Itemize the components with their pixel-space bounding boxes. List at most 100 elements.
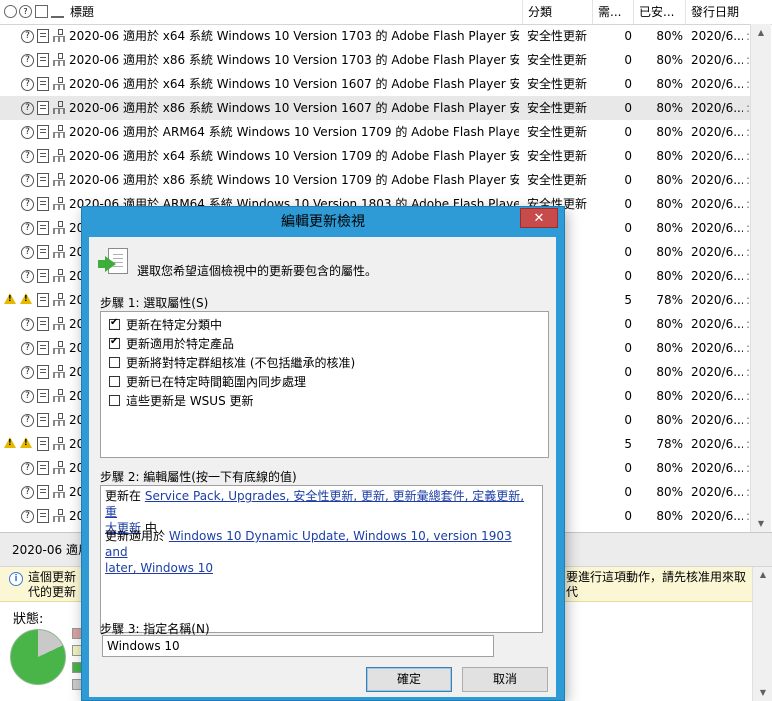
warning-icon xyxy=(20,293,32,304)
row-release-date: 2020/6... xyxy=(691,101,743,115)
property-label[interactable]: 這些更新是 WSUS 更新 xyxy=(126,392,254,409)
scroll-down-icon[interactable]: ▼ xyxy=(751,515,771,532)
row-release-date: 2020/6... xyxy=(691,317,743,331)
dialog-title: 編輯更新檢視 xyxy=(281,214,365,230)
info-note-right-line1: 要進行這項動作，請先核准用來取 xyxy=(566,570,747,584)
update-view-icon xyxy=(98,246,128,276)
update-file-icon xyxy=(37,77,49,91)
property-label[interactable]: 更新在特定分類中 xyxy=(126,316,222,333)
update-file-icon xyxy=(37,365,49,379)
row-release-date: 2020/6... xyxy=(691,413,743,427)
detail-scroll-down-icon[interactable]: ▼ xyxy=(753,685,772,701)
row-classification: 安全性更新 xyxy=(527,77,588,91)
approval-status-header-icon[interactable] xyxy=(4,5,17,18)
property-checkbox[interactable] xyxy=(109,336,120,349)
help-header-icon[interactable]: ? xyxy=(19,5,32,18)
file-status-header-icon[interactable] xyxy=(35,5,48,18)
network-icon xyxy=(53,341,65,354)
property-checkbox[interactable] xyxy=(109,376,120,387)
criteria-box-edge xyxy=(543,485,549,633)
row-title: 2020-06 適用於 ARM64 系統 Windows 10 Version … xyxy=(69,125,519,139)
detail-scrollbar[interactable]: ▲ ▼ xyxy=(752,567,772,701)
criteria-product-prefix: 更新適用於 xyxy=(105,529,169,543)
column-release-date[interactable]: 發行日期 xyxy=(686,0,772,24)
column-needed[interactable]: 需... xyxy=(593,0,634,24)
cancel-button[interactable]: 取消 xyxy=(462,667,548,692)
network-icon xyxy=(53,77,65,90)
scroll-up-icon[interactable]: ▲ xyxy=(751,24,771,41)
table-row[interactable]: ? 2020-06 適用於 x64 系統 Windows 10 Version 1… xyxy=(0,24,750,48)
update-file-icon xyxy=(37,437,49,451)
row-needed: 0 xyxy=(624,101,632,115)
detail-scroll-up-icon[interactable]: ▲ xyxy=(753,567,772,583)
info-note-left-line2: 代的更新 xyxy=(28,585,77,599)
product-link-cont[interactable]: later, Windows 10 xyxy=(105,561,213,575)
list-header: ? 標題 分類 需... 已安... 發行日期 xyxy=(0,0,772,25)
row-release-date: 2020/6... xyxy=(691,245,743,259)
row-installed: 80% xyxy=(656,149,683,163)
network-icon xyxy=(53,101,65,114)
help-icon: ? xyxy=(21,150,34,163)
row-installed: 80% xyxy=(656,29,683,43)
row-release-date: 2020/6... xyxy=(691,461,743,475)
column-classification[interactable]: 分類 xyxy=(523,0,593,24)
table-row[interactable]: ? 2020-06 適用於 x64 系統 Windows 10 Version 1… xyxy=(0,72,750,96)
network-icon xyxy=(53,509,65,522)
table-row[interactable]: ? 2020-06 適用於 x86 系統 Windows 10 Version 1… xyxy=(0,96,750,120)
property-label[interactable]: 更新適用於特定產品 xyxy=(126,335,234,352)
help-icon: ? xyxy=(21,54,34,67)
row-release-date: 2020/6... xyxy=(691,173,743,187)
tree-header-icon[interactable] xyxy=(51,5,64,18)
help-icon: ? xyxy=(21,102,34,115)
row-release-date: 2020/6... xyxy=(691,293,743,307)
help-icon: ? xyxy=(21,126,34,139)
table-row[interactable]: ? 2020-06 適用於 ARM64 系統 Windows 10 Version… xyxy=(0,120,750,144)
list-scrollbar[interactable]: ▲ ▼ xyxy=(750,24,771,532)
close-icon: ✕ xyxy=(533,211,545,226)
network-icon xyxy=(53,437,65,450)
row-needed: 0 xyxy=(624,149,632,163)
update-file-icon xyxy=(37,293,49,307)
row-needed: 0 xyxy=(624,53,632,67)
property-checkbox[interactable] xyxy=(109,395,120,406)
row-installed: 78% xyxy=(656,293,683,307)
row-release-date: 2020/6... xyxy=(691,509,743,523)
table-row[interactable]: ? 2020-06 適用於 x86 系統 Windows 10 Version 1… xyxy=(0,48,750,72)
row-installed: 80% xyxy=(656,509,683,523)
view-name-input[interactable] xyxy=(102,635,494,657)
column-title[interactable]: 標題 xyxy=(65,0,523,24)
row-release-date: 2020/6... xyxy=(691,77,743,91)
update-file-icon xyxy=(37,269,49,283)
classification-link[interactable]: Service Pack, Upgrades, 安全性更新, 更新, 更新彙總套… xyxy=(105,489,524,519)
dialog-titlebar[interactable]: 編輯更新檢視 ✕ xyxy=(82,207,564,237)
close-button[interactable]: ✕ xyxy=(520,208,558,228)
warning-icon xyxy=(4,293,16,304)
property-label[interactable]: 更新已在特定時間範圍內同步處理 xyxy=(126,373,306,390)
row-installed: 80% xyxy=(656,173,683,187)
row-release-date: 2020/6... xyxy=(691,125,743,139)
row-needed: 0 xyxy=(624,365,632,379)
row-installed: 80% xyxy=(656,221,683,235)
dialog-intro: 選取您希望這個檢視中的更新要包含的屬性。 xyxy=(137,264,378,278)
help-icon: ? xyxy=(21,342,34,355)
help-icon: ? xyxy=(21,78,34,91)
update-file-icon xyxy=(37,101,49,115)
help-icon: ? xyxy=(21,30,34,43)
criteria-box: 更新在 Service Pack, Upgrades, 安全性更新, 更新, 更… xyxy=(100,485,543,633)
update-file-icon xyxy=(37,317,49,331)
column-installed[interactable]: 已安... xyxy=(634,0,686,24)
row-installed: 80% xyxy=(656,269,683,283)
property-label[interactable]: 更新將對特定群組核准 (不包括繼承的核准) xyxy=(126,354,355,371)
row-needed: 0 xyxy=(624,245,632,259)
info-note-right: 要進行這項動作，請先核准用來取 代 xyxy=(566,570,746,600)
help-icon: ? xyxy=(21,510,34,523)
row-release-date: 2020/6... xyxy=(691,197,743,211)
ok-button[interactable]: 確定 xyxy=(366,667,452,692)
table-row[interactable]: ? 2020-06 適用於 x64 系統 Windows 10 Version 1… xyxy=(0,144,750,168)
property-checkbox[interactable] xyxy=(109,357,120,368)
table-row[interactable]: ? 2020-06 適用於 x86 系統 Windows 10 Version 1… xyxy=(0,168,750,192)
network-icon xyxy=(53,389,65,402)
criteria-product: 更新適用於 Windows 10 Dynamic Update, Windows… xyxy=(105,528,530,576)
step2-label: 步驟 2: 編輯屬性(按一下有底線的值) xyxy=(100,470,297,484)
property-checkbox[interactable] xyxy=(109,317,120,330)
